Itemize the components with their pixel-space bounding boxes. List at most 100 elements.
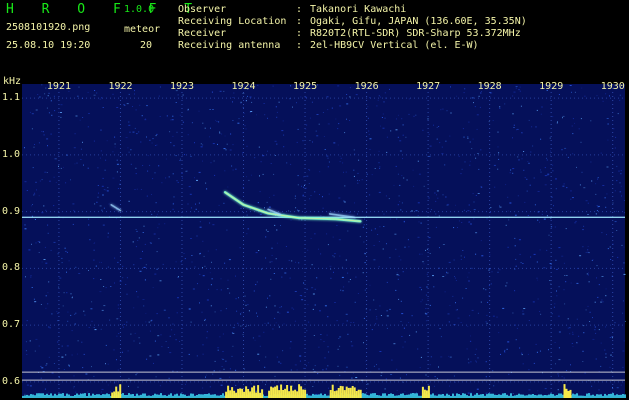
activity-bar <box>420 395 422 398</box>
info-value: 2el-HB9CV Vertical (el. E-W) <box>310 40 479 51</box>
noise-dot <box>541 106 543 108</box>
noise-dot <box>515 339 517 341</box>
noise-dot <box>246 233 248 235</box>
noise-dot <box>102 177 104 179</box>
noise-dot <box>99 205 102 207</box>
noise-dot <box>401 336 403 337</box>
noise-dot <box>283 146 285 148</box>
activity-burst <box>288 391 291 398</box>
noise-dot <box>552 164 554 166</box>
noise-dot <box>339 161 341 163</box>
noise-dot <box>116 318 118 320</box>
noise-dot <box>578 335 580 337</box>
noise-dot <box>343 200 345 202</box>
noise-dot <box>397 204 399 206</box>
noise-dot <box>584 372 586 374</box>
noise-dot <box>144 119 147 121</box>
info-label: Receiver <box>178 28 227 39</box>
noise-dot <box>403 177 405 179</box>
noise-dot <box>427 197 430 199</box>
activity-bar <box>554 395 556 398</box>
noise-dot <box>558 247 561 249</box>
noise-dot <box>35 109 38 111</box>
noise-dot <box>528 119 530 121</box>
noise-dot <box>192 288 195 290</box>
activity-bar <box>478 394 480 398</box>
noise-dot <box>468 280 470 282</box>
noise-dot <box>572 346 574 347</box>
noise-dot <box>97 167 99 169</box>
noise-dot <box>328 193 330 195</box>
noise-dot <box>549 137 551 139</box>
noise-dot <box>112 93 114 95</box>
activity-bar <box>154 393 156 398</box>
noise-dot <box>420 222 422 224</box>
noise-dot <box>605 356 607 358</box>
noise-dot <box>232 332 235 334</box>
noise-dot <box>510 169 512 171</box>
noise-dot <box>570 190 572 192</box>
noise-dot <box>383 101 385 103</box>
noise-dot <box>258 335 261 337</box>
noise-dot <box>605 295 607 297</box>
noise-dot <box>280 225 281 226</box>
noise-dot <box>572 197 574 199</box>
activity-bar <box>166 395 168 398</box>
activity-bar <box>468 395 470 398</box>
noise-dot <box>78 273 81 274</box>
noise-dot <box>126 277 128 279</box>
noise-dot <box>153 362 154 364</box>
noise-dot <box>88 224 90 226</box>
noise-dot <box>310 195 312 196</box>
activity-bar <box>42 393 44 398</box>
noise-dot <box>146 136 147 138</box>
noise-dot <box>104 169 106 171</box>
noise-dot <box>60 167 62 169</box>
activity-burst <box>245 386 248 398</box>
noise-dot <box>116 107 119 108</box>
noise-dot <box>486 322 488 324</box>
noise-dot <box>549 263 552 264</box>
noise-dot <box>95 265 97 267</box>
noise-dot <box>354 202 355 204</box>
noise-dot <box>498 152 500 154</box>
noise-dot <box>520 262 522 264</box>
activity-bar <box>94 394 96 398</box>
activity-bar <box>184 394 186 398</box>
noise-dot <box>527 353 529 355</box>
noise-dot <box>562 117 563 119</box>
noise-dot <box>61 345 63 347</box>
noise-dot <box>74 163 76 165</box>
activity-bar <box>196 395 198 398</box>
noise-dot <box>298 219 300 221</box>
noise-dot <box>479 106 481 108</box>
noise-dot <box>208 288 210 290</box>
noise-dot <box>264 114 266 116</box>
noise-dot <box>60 112 62 113</box>
noise-dot <box>362 272 364 274</box>
noise-dot <box>33 192 35 194</box>
activity-bar <box>402 393 404 398</box>
noise-dot <box>231 355 233 357</box>
noise-dot <box>246 214 248 216</box>
activity-burst <box>239 388 242 398</box>
noise-dot <box>587 274 589 276</box>
noise-dot <box>99 157 101 159</box>
noise-dot <box>622 350 625 352</box>
info-row-observer: Observer : Takanori Kawachi <box>178 4 527 16</box>
noise-dot <box>391 359 393 361</box>
noise-dot <box>322 207 324 209</box>
activity-burst <box>251 387 254 398</box>
noise-dot <box>614 322 616 324</box>
noise-dot <box>206 299 209 301</box>
noise-dot <box>314 233 316 235</box>
noise-dot <box>136 372 138 374</box>
noise-dot <box>330 277 332 279</box>
activity-burst <box>300 386 303 398</box>
noise-dot <box>73 147 76 149</box>
noise-dot <box>339 345 341 347</box>
activity-burst <box>296 391 299 398</box>
noise-dot <box>595 332 597 334</box>
noise-dot <box>146 358 148 360</box>
noise-dot <box>411 315 413 317</box>
